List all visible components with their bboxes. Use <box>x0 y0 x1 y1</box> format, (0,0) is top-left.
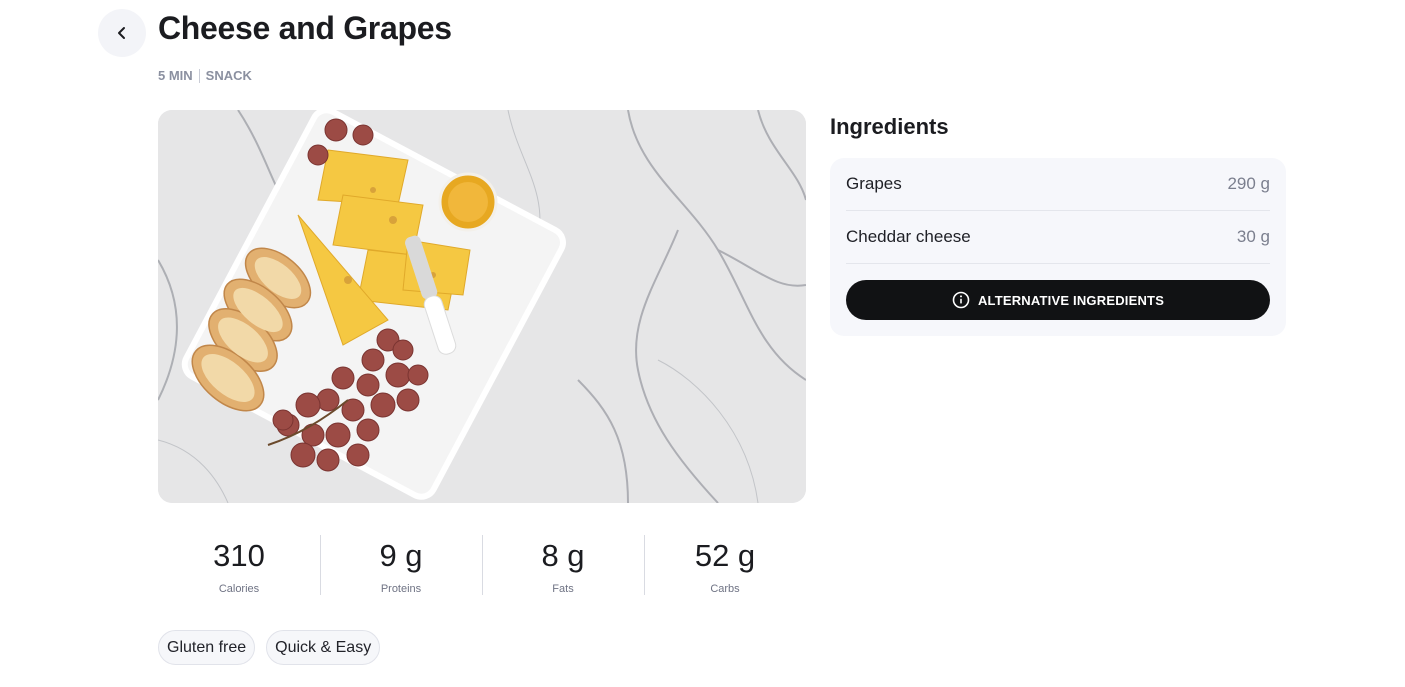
ingredients-title: Ingredients <box>830 114 949 139</box>
prep-time: 5 MIN <box>158 68 193 83</box>
recipe-tags: Gluten free Quick & Easy <box>158 630 381 665</box>
nutrition-summary: 310 Calories 9 g Proteins 8 g Fats 52 g … <box>158 535 806 595</box>
fats-label: Fats <box>552 583 574 595</box>
ingredient-quantity: 30 g <box>1236 227 1270 246</box>
fats-value: 8 g <box>541 538 585 573</box>
recipe-photo-illustration <box>158 110 806 503</box>
carbs-label: Carbs <box>710 583 740 595</box>
meta-divider <box>198 68 200 83</box>
nutrition-fats: 8 g Fats <box>482 535 644 595</box>
alternative-ingredients-button[interactable]: ALTERNATIVE INGREDIENTS <box>846 280 1270 320</box>
info-icon <box>952 291 970 309</box>
meal-category: SNACK <box>205 68 252 83</box>
alternative-ingredients-label: ALTERNATIVE INGREDIENTS <box>977 292 1165 308</box>
proteins-value: 9 g <box>379 538 423 573</box>
calories-label: Calories <box>218 583 260 595</box>
ingredient-name: Cheddar cheese <box>846 227 971 246</box>
tag-gluten-free[interactable]: Gluten free <box>158 630 256 665</box>
ingredient-row: Grapes 290 g <box>846 158 1270 211</box>
recipe-meta: 5 MIN SNACK <box>158 68 252 83</box>
back-button[interactable] <box>98 9 146 57</box>
ingredient-name: Grapes <box>846 174 902 193</box>
tag-quick-easy[interactable]: Quick & Easy <box>266 630 381 665</box>
nutrition-proteins: 9 g Proteins <box>320 535 482 595</box>
ingredient-quantity: 290 g <box>1227 174 1270 193</box>
ingredient-row: Cheddar cheese 30 g <box>846 211 1270 264</box>
nutrition-carbs: 52 g Carbs <box>644 535 806 595</box>
page-title: Cheese and Grapes <box>158 10 452 46</box>
chevron-left-icon <box>118 27 125 39</box>
carbs-value: 52 g <box>694 538 756 573</box>
ingredients-card: Grapes 290 g Cheddar cheese 30 g ALTERNA… <box>830 158 1286 336</box>
recipe-photo <box>158 110 806 503</box>
calories-value: 310 <box>213 538 265 573</box>
proteins-label: Proteins <box>380 583 422 595</box>
nutrition-calories: 310 Calories <box>158 535 320 595</box>
